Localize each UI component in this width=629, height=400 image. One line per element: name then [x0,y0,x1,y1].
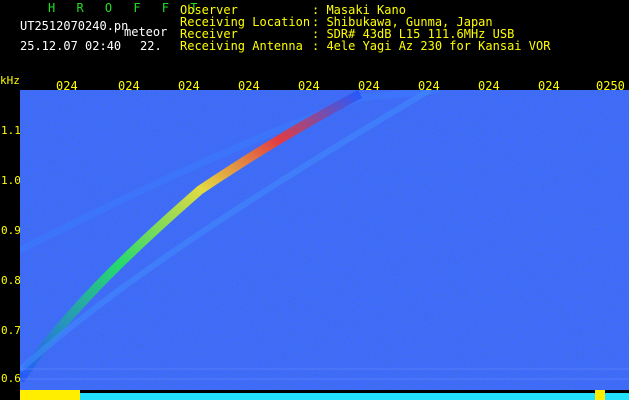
spectrogram-noise-background [20,90,629,390]
level-peak [595,390,605,400]
frame-number: 22. [140,39,162,53]
file-name: UT2512070240.pn [20,19,129,33]
freq-tick: 1.0 [1,174,21,187]
freq-tick: 0.9 [1,224,21,237]
freq-tick: 0.7 [1,324,21,337]
spectrogram-canvas [20,90,629,390]
antenna-label: Receiving Antenna [180,39,303,53]
level-bar-yellow [20,390,80,400]
level-bar-cyan [80,393,629,400]
antenna-value: : 4ele Yagi Az 230 for Kansai VOR [312,39,551,53]
freq-tick: 1.1 [1,124,21,137]
signal-level-strip [20,390,629,400]
freq-tick: 0.8 [1,274,21,287]
mode-label: meteor [124,25,168,39]
date-time: 25.12.07 02:40 [20,39,122,53]
freq-tick: 0.6 [1,372,21,385]
header-panel: H R O F F T UT2512070240.pn meteor 25.12… [0,0,629,78]
